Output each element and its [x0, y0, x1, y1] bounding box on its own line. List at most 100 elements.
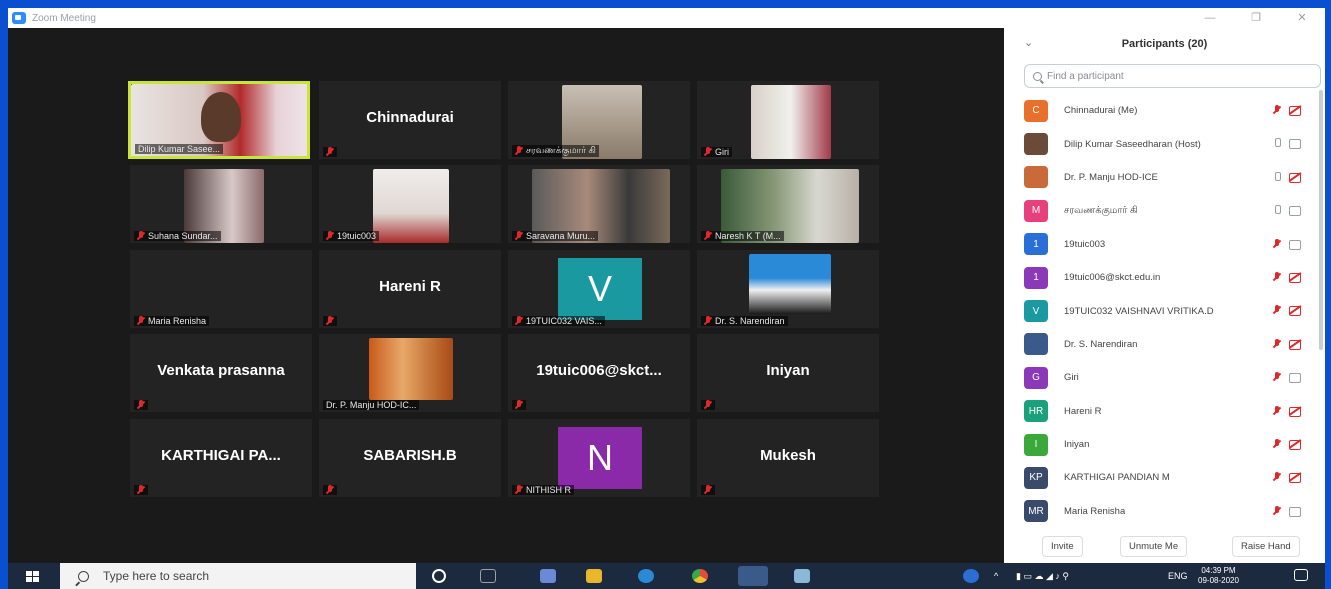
clock[interactable]: 04:39 PM 09-08-2020	[1198, 566, 1239, 586]
video-tile[interactable]: SABARISH.B	[319, 419, 501, 497]
video-tile[interactable]: V 19TUIC032 VAIS...	[508, 250, 690, 328]
scrollbar[interactable]	[1319, 90, 1323, 350]
video-tile[interactable]: சரவணக்குமார் கி	[508, 81, 690, 159]
zoom-taskbar-icon[interactable]	[738, 566, 768, 586]
participant-row[interactable]: Dr. P. Manju HOD-ICE	[1004, 161, 1325, 194]
mic-icon[interactable]	[1273, 205, 1281, 215]
participant-name-tag	[134, 400, 148, 410]
video-off-icon[interactable]	[1289, 473, 1303, 484]
video-tile[interactable]: Suhana Sundar...	[130, 165, 312, 243]
video-tile[interactable]: Chinnadurai	[319, 81, 501, 159]
video-tile[interactable]: Giri	[697, 81, 879, 159]
participant-search-input[interactable]: Find a participant	[1024, 64, 1321, 88]
participant-photo	[749, 254, 831, 314]
video-tile[interactable]: Hareni R	[319, 250, 501, 328]
video-tile[interactable]: 19tuic003	[319, 165, 501, 243]
mic-muted-icon[interactable]	[1273, 238, 1281, 249]
participant-name-tag: NITHISH R	[512, 485, 574, 495]
minimize-button[interactable]: —	[1187, 8, 1233, 28]
task-view-icon[interactable]	[480, 569, 496, 583]
windows-start-icon[interactable]	[26, 571, 40, 583]
gallery-view: Dilip Kumar Sasee... Chinnadurai சரவணக்க…	[8, 28, 1004, 563]
people-icon[interactable]	[963, 569, 979, 583]
unmute-me-button[interactable]: Unmute Me	[1120, 536, 1188, 557]
video-off-icon[interactable]	[1289, 172, 1303, 183]
edge-icon[interactable]	[638, 569, 654, 583]
video-off-icon[interactable]	[1289, 339, 1303, 350]
participant-row[interactable]: I Iniyan	[1004, 428, 1325, 461]
video-tile[interactable]: Dr. P. Manju HOD-IC...	[319, 334, 501, 412]
mic-muted-icon	[515, 316, 523, 326]
mic-muted-icon[interactable]	[1273, 472, 1281, 482]
mic-muted-icon[interactable]	[1273, 372, 1281, 382]
mic-icon[interactable]	[1273, 171, 1281, 182]
video-tile[interactable]: Mukesh	[697, 419, 879, 497]
video-icon[interactable]	[1289, 373, 1303, 384]
search-icon	[1033, 71, 1042, 81]
avatar: V	[558, 258, 642, 320]
mic-muted-icon[interactable]	[1273, 105, 1281, 115]
video-off-icon[interactable]	[1289, 272, 1303, 283]
participant-name: KARTHIGAI PA...	[161, 447, 281, 464]
chevron-down-icon[interactable]: ⌄	[1024, 36, 1033, 49]
video-tile[interactable]: Dilip Kumar Sasee...	[128, 81, 310, 159]
notification-icon[interactable]	[1294, 569, 1308, 581]
mic-muted-icon[interactable]	[1273, 305, 1281, 315]
mic-muted-icon[interactable]	[1273, 338, 1281, 349]
participant-name: Chinnadurai (Me)	[1064, 105, 1138, 117]
video-icon[interactable]	[1289, 139, 1303, 150]
mic-muted-icon	[704, 316, 712, 326]
file-explorer-icon[interactable]	[586, 569, 602, 583]
video-off-icon[interactable]	[1289, 306, 1303, 317]
store-icon[interactable]	[540, 569, 556, 583]
raise-hand-button[interactable]: Raise Hand	[1232, 536, 1300, 557]
video-tile[interactable]: KARTHIGAI PA...	[130, 419, 312, 497]
video-tile[interactable]: N NITHISH R	[508, 419, 690, 497]
participant-name-tag	[701, 400, 715, 410]
video-icon[interactable]	[1289, 239, 1303, 250]
participant-name-tag: Dilip Kumar Sasee...	[135, 144, 224, 154]
video-tile[interactable]: Naresh K T (M...	[697, 165, 879, 243]
video-tile[interactable]: Maria Renisha	[130, 250, 312, 328]
video-tile[interactable]: Saravana Muru...	[508, 165, 690, 243]
participant-row[interactable]: Dilip Kumar Saseedharan (Host)	[1004, 127, 1325, 160]
mic-muted-icon[interactable]	[1273, 438, 1281, 449]
mic-muted-icon	[137, 485, 145, 495]
video-tile[interactable]: Dr. S. Narendiran	[697, 250, 879, 328]
mic-muted-icon[interactable]	[1273, 505, 1281, 516]
tray-chevron-icon[interactable]: ^	[994, 571, 998, 581]
video-icon[interactable]	[1289, 206, 1303, 217]
video-icon[interactable]	[1289, 506, 1303, 517]
participant-name: 19tuic003	[1064, 238, 1106, 250]
maximize-button[interactable]: ❐	[1233, 8, 1279, 28]
close-button[interactable]: ✕	[1279, 8, 1325, 28]
mic-icon[interactable]	[1273, 138, 1281, 148]
language-indicator[interactable]: ENG	[1168, 571, 1188, 581]
mic-muted-icon	[515, 231, 523, 241]
video-tile[interactable]: Iniyan	[697, 334, 879, 412]
video-off-icon[interactable]	[1289, 106, 1303, 116]
participant-row[interactable]: M சரவணக்குமார் கி	[1004, 194, 1325, 227]
taskbar-search-input[interactable]: Type here to search	[60, 563, 416, 589]
participant-row[interactable]: C Chinnadurai (Me)	[1004, 94, 1325, 127]
participant-row[interactable]: 1 19tuic003	[1004, 228, 1325, 261]
cortana-icon[interactable]	[432, 569, 446, 583]
video-off-icon[interactable]	[1289, 439, 1303, 450]
participant-row[interactable]: V 19TUIC032 VAISHNAVI VRITIKA.D	[1004, 294, 1325, 327]
mic-muted-icon[interactable]	[1273, 405, 1281, 416]
participant-row[interactable]: KP KARTHIGAI PANDIAN M	[1004, 461, 1325, 494]
participant-row[interactable]: MR Maria Renisha	[1004, 495, 1325, 528]
app-icon[interactable]	[794, 569, 810, 583]
participant-row[interactable]: 1 19tuic006@skct.edu.in	[1004, 261, 1325, 294]
video-off-icon[interactable]	[1289, 406, 1303, 417]
participant-row[interactable]: HR Hareni R	[1004, 395, 1325, 428]
video-tile[interactable]: Venkata prasanna	[130, 334, 312, 412]
participant-row[interactable]: Dr. S. Narendiran	[1004, 328, 1325, 361]
video-tile[interactable]: 19tuic006@skct...	[508, 334, 690, 412]
invite-button[interactable]: Invite	[1042, 536, 1083, 557]
tray-icons[interactable]: ▮ ▭ ☁ ◢ ♪ ⚲	[1016, 571, 1069, 582]
chrome-icon[interactable]	[692, 569, 708, 583]
participant-name: Hareni R	[1064, 405, 1102, 417]
mic-muted-icon[interactable]	[1273, 271, 1281, 282]
participant-row[interactable]: G Giri	[1004, 361, 1325, 394]
